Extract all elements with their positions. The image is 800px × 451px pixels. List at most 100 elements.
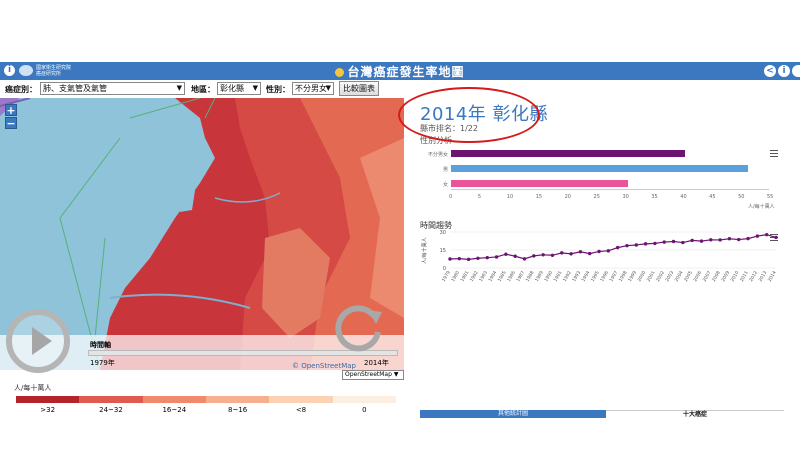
legend-label: 0 (362, 406, 367, 414)
app-header: i 國家衛生研究院 癌症研究所 台灣癌症發生率地圖 < i (0, 62, 800, 80)
legend-label: >32 (40, 406, 56, 414)
app-title: 台灣癌症發生率地圖 (0, 63, 800, 80)
trend-x-tick: 2014 (767, 270, 778, 283)
trend-point[interactable] (541, 253, 545, 257)
legend-label: 8~16 (228, 406, 248, 414)
trend-point[interactable] (727, 237, 732, 241)
trend-point[interactable] (718, 238, 722, 242)
trend-point[interactable] (634, 243, 638, 247)
sex-select[interactable]: 不分男女 ▼ (292, 82, 334, 95)
legend-swatch (269, 396, 333, 403)
trend-point[interactable] (466, 257, 471, 262)
play-icon (32, 327, 52, 355)
map-attribution[interactable]: © OpenStreetMap (292, 362, 356, 370)
sex-value: 不分男女 (295, 84, 327, 93)
bar-tick-label: 15 (535, 194, 543, 200)
trend-point[interactable] (737, 237, 741, 242)
trend-point[interactable] (764, 232, 769, 237)
trend-point[interactable] (606, 249, 611, 253)
timeline-label: 時間軸 (90, 341, 111, 349)
trend-point[interactable] (643, 242, 648, 246)
trend-point[interactable] (578, 250, 583, 254)
bar-0[interactable] (451, 150, 686, 157)
trend-point[interactable] (709, 238, 713, 242)
bar-category-label: 男 (442, 167, 448, 173)
trend-point[interactable] (457, 256, 462, 261)
share-icon[interactable]: < (764, 65, 776, 77)
trend-point[interactable] (513, 254, 517, 258)
trend-point[interactable] (653, 241, 657, 246)
cancer-type-value: 肺、支氣管及氣管 (43, 84, 107, 93)
legend-swatch (205, 396, 270, 403)
bar-tick-label: 10 (506, 194, 514, 200)
chevron-down-icon: ▼ (252, 84, 258, 92)
bar-1[interactable] (451, 165, 748, 172)
trend-y-axis-label: 人/每十萬人 (421, 237, 428, 264)
legend-label: <8 (295, 406, 307, 414)
trend-point[interactable] (690, 238, 694, 243)
trend-point[interactable] (550, 253, 555, 257)
trend-point[interactable] (522, 257, 527, 261)
bar-chart-axis (451, 189, 769, 190)
trend-point[interactable] (774, 235, 778, 240)
trend-y-tick: 0 (443, 266, 446, 272)
region-select[interactable]: 彰化縣 ▼ (217, 82, 261, 95)
chart-menu-icon[interactable] (770, 150, 778, 157)
help-icon[interactable] (792, 65, 800, 77)
cancer-type-select[interactable]: 肺、支氣管及氣管 ▼ (40, 82, 185, 95)
trend-point[interactable] (625, 243, 629, 248)
legend-label: 16~24 (162, 406, 187, 414)
info-icon[interactable]: i (778, 65, 790, 77)
top-whitespace (0, 0, 800, 62)
highlight-ellipse (398, 87, 540, 143)
bar-tick-label: 25 (593, 194, 600, 200)
trend-point[interactable] (560, 251, 564, 255)
trend-point[interactable] (504, 252, 508, 256)
trend-point[interactable] (746, 236, 750, 241)
replay-icon[interactable] (330, 300, 390, 360)
legend-swatch (142, 396, 206, 403)
trend-point[interactable] (597, 249, 601, 254)
tab-top-ten-cancers[interactable]: 十大癌症 (606, 410, 784, 418)
trend-point[interactable] (476, 256, 480, 260)
play-button[interactable] (6, 309, 70, 373)
legend-labels: >32 24~32 16~24 8~16 <8 0 (16, 406, 396, 414)
basemap-select[interactable]: OpenStreetMap ▼ (342, 370, 404, 380)
sex-label: 性別： (266, 85, 290, 94)
region-label: 地區： (191, 85, 215, 94)
compare-charts-button[interactable]: 比較圖表 (339, 81, 379, 96)
bar-category-label: 女 (442, 182, 448, 188)
bar-2[interactable] (451, 180, 628, 187)
region-value: 彰化縣 (220, 84, 244, 93)
bar-tick-label: 20 (564, 194, 571, 200)
chevron-down-icon: ▼ (176, 84, 182, 92)
tab-other-stats[interactable]: 其他統計圖 (420, 410, 606, 418)
trend-point[interactable] (485, 255, 489, 260)
trend-point[interactable] (448, 257, 452, 261)
bar-tick-label: 0 (449, 194, 453, 200)
bar-tick-label: 30 (622, 194, 629, 200)
trend-point[interactable] (699, 239, 704, 243)
trend-point[interactable] (662, 240, 666, 244)
zoom-in-button[interactable]: + (5, 104, 17, 116)
bar-tick-label: 50 (738, 194, 745, 200)
trend-point[interactable] (755, 234, 760, 238)
legend-swatch (79, 396, 143, 403)
legend-color-bar (16, 396, 396, 406)
bar-category-label: 不分男女 (427, 152, 448, 158)
trend-point[interactable] (532, 254, 536, 258)
bar-tick-label: 40 (680, 194, 687, 200)
trend-point[interactable] (588, 251, 592, 256)
zoom-out-button[interactable]: − (5, 117, 17, 129)
trend-point[interactable] (671, 239, 676, 244)
trend-point[interactable] (494, 255, 499, 259)
filter-bar: 癌症別： 肺、支氣管及氣管 ▼ 地區： 彰化縣 ▼ 性別： 不分男女 ▼ 比較圖表 (0, 80, 800, 98)
trend-point[interactable] (569, 252, 573, 256)
app-title-text: 台灣癌症發生率地圖 (347, 65, 465, 79)
trend-point[interactable] (681, 240, 685, 245)
trend-y-tick: 30 (440, 230, 446, 236)
trend-y-tick: 15 (440, 248, 446, 254)
bar-tick-label: 35 (651, 194, 658, 200)
trend-point[interactable] (615, 245, 620, 250)
chevron-down-icon: ▼ (325, 84, 331, 92)
